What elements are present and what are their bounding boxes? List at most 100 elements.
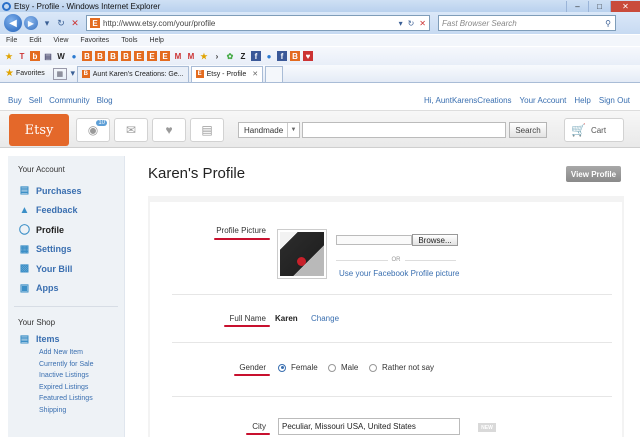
greeting-link[interactable]: Hi, AuntKarensCreations	[424, 96, 512, 105]
sidebar-item-your-bill[interactable]: ▩ Your Bill	[8, 259, 124, 279]
nav-community[interactable]: Community	[49, 96, 89, 105]
nav-sign-out[interactable]: Sign Out	[599, 96, 630, 105]
b-icon-4[interactable]: B	[108, 51, 118, 61]
b-icon-5[interactable]: B	[121, 51, 131, 61]
sidebar-link-expired-listings[interactable]: Expired Listings	[8, 382, 124, 394]
sidebar-item-items[interactable]: ▤ Items	[8, 331, 124, 347]
tab-aunt-karens-creations[interactable]: B Aunt Karen's Creations: Ge...	[76, 65, 189, 82]
e-icon[interactable]: E	[134, 51, 144, 61]
favorite-star-icon[interactable]: ★	[199, 51, 209, 61]
globe-icon-2[interactable]: ●	[264, 51, 274, 61]
menu-file[interactable]: File	[6, 37, 17, 44]
maximize-button[interactable]: □	[588, 0, 610, 12]
shop-button[interactable]: ▤	[190, 118, 224, 142]
quick-tabs-icon[interactable]: ▦	[52, 67, 67, 80]
nav-your-account[interactable]: Your Account	[520, 96, 567, 105]
browse-button[interactable]: Browse...	[412, 234, 458, 246]
window-title-bar: Etsy - Profile - Windows Internet Explor…	[0, 0, 640, 12]
nav-blog[interactable]: Blog	[97, 96, 113, 105]
b-icon-3[interactable]: B	[95, 51, 105, 61]
sidebar-item-settings[interactable]: ▦ Settings	[8, 240, 124, 260]
nav-help[interactable]: Help	[574, 96, 590, 105]
new-tab-button[interactable]	[265, 65, 284, 82]
sidebar-item-profile[interactable]: ◯ Profile	[8, 220, 124, 240]
sidebar-link-featured-listings[interactable]: Featured Listings	[8, 393, 124, 405]
gender-option-female[interactable]: Female	[278, 363, 318, 372]
sidebar-link-add-new-item[interactable]: Add New Item	[8, 347, 124, 359]
sidebar-item-label: Profile	[36, 224, 65, 235]
nav-buy[interactable]: Buy	[8, 96, 22, 105]
cart-button[interactable]: 🛒 Cart	[564, 118, 624, 142]
items-icon: ▤	[19, 333, 30, 345]
menu-tools[interactable]: Tools	[121, 37, 137, 44]
address-dropdown-icon[interactable]: ▾	[399, 19, 403, 28]
search-icon[interactable]: ⚲	[605, 19, 615, 28]
sidebar-item-apps[interactable]: ▣ Apps	[8, 279, 124, 299]
menu-help[interactable]: Help	[150, 37, 164, 44]
view-profile-button[interactable]: View Profile	[566, 166, 621, 182]
gmail-icon-2[interactable]: M	[186, 51, 196, 61]
facebook-icon-2[interactable]: f	[277, 51, 287, 61]
tab-etsy-profile[interactable]: E Etsy - Profile ✕	[190, 65, 264, 82]
gmail-icon[interactable]: M	[173, 51, 183, 61]
sidebar-item-purchases[interactable]: ▤ Purchases	[8, 181, 124, 201]
row-divider	[172, 342, 612, 343]
gender-option-rather-not-say[interactable]: Rather not say	[369, 363, 434, 372]
ie-logo-icon	[2, 1, 11, 11]
sidebar-item-feedback[interactable]: ▲ Feedback	[8, 201, 124, 221]
heart-icon[interactable]: ♥	[303, 51, 313, 61]
etsy-logo[interactable]: Etsy	[9, 114, 69, 146]
close-window-button[interactable]: ✕	[610, 0, 640, 12]
b-icon-2[interactable]: B	[82, 51, 92, 61]
favorites-button[interactable]: ♥	[152, 118, 186, 142]
star-toolbar-icon[interactable]: ★	[4, 51, 14, 61]
menu-edit[interactable]: Edit	[29, 37, 41, 44]
arrow-icon[interactable]: ›	[212, 51, 222, 61]
change-name-link[interactable]: Change	[311, 314, 339, 323]
b-icon[interactable]: b	[30, 51, 40, 61]
tab-list-dropdown-icon[interactable]: ▾	[69, 66, 77, 82]
address-bar[interactable]: E http://www.etsy.com/your/profile ▾ ↻ ✕	[86, 15, 430, 31]
search-scope-select[interactable]: Handmade ▼	[238, 122, 300, 138]
menu-favorites[interactable]: Favorites	[80, 37, 109, 44]
forward-button[interactable]: ▶	[24, 16, 38, 30]
facebook-icon[interactable]: f	[251, 51, 261, 61]
row-divider	[172, 294, 612, 295]
photo-detail	[297, 257, 306, 266]
back-button[interactable]: ◀	[4, 14, 22, 32]
gender-option-label: Male	[341, 363, 359, 372]
stop-icon[interactable]: ✕	[68, 15, 82, 31]
e-icon-3[interactable]: E	[160, 51, 170, 61]
gender-option-male[interactable]: Male	[328, 363, 358, 372]
messages-button[interactable]: ✉	[114, 118, 148, 142]
b-icon-6[interactable]: B	[290, 51, 300, 61]
browser-search-box[interactable]: Fast Browser Search ⚲	[438, 15, 616, 31]
address-stop-icon[interactable]: ✕	[419, 19, 426, 28]
minimize-button[interactable]: –	[566, 0, 588, 12]
e-icon-2[interactable]: E	[147, 51, 157, 61]
sidebar-link-shipping[interactable]: Shipping	[8, 405, 124, 417]
bug-icon[interactable]: ✿	[225, 51, 235, 61]
facebook-profile-picture-link[interactable]: Use your Facebook Profile picture	[339, 269, 460, 278]
favorites-button[interactable]: ★ Favorites	[5, 68, 45, 79]
menu-view[interactable]: View	[53, 37, 68, 44]
history-dropdown-icon[interactable]: ▾	[40, 15, 54, 31]
go-refresh-icon[interactable]: ↻	[408, 19, 415, 28]
etsy-search-input[interactable]	[302, 122, 506, 138]
city-input[interactable]: Peculiar, Missouri USA, United States	[278, 418, 460, 435]
page-icon[interactable]: ▤	[43, 51, 53, 61]
t-icon[interactable]: T	[17, 51, 27, 61]
nav-sell[interactable]: Sell	[29, 96, 42, 105]
sidebar-link-currently-for-sale[interactable]: Currently for Sale	[8, 359, 124, 371]
z-icon[interactable]: Z	[238, 51, 248, 61]
w-icon[interactable]: W	[56, 51, 66, 61]
notifications-button[interactable]: ◉ 10	[76, 118, 110, 142]
close-tab-icon[interactable]: ✕	[252, 70, 258, 78]
profile-picture-file-input[interactable]	[336, 235, 412, 245]
sidebar-link-inactive-listings[interactable]: Inactive Listings	[8, 370, 124, 382]
etsy-top-nav: Buy Sell Community Blog Hi, AuntKarensCr…	[0, 90, 640, 110]
search-button[interactable]: Search	[509, 122, 547, 138]
refresh-icon[interactable]: ↻	[54, 15, 68, 31]
annotation-underline	[246, 433, 270, 435]
globe-icon[interactable]: ●	[69, 51, 79, 61]
